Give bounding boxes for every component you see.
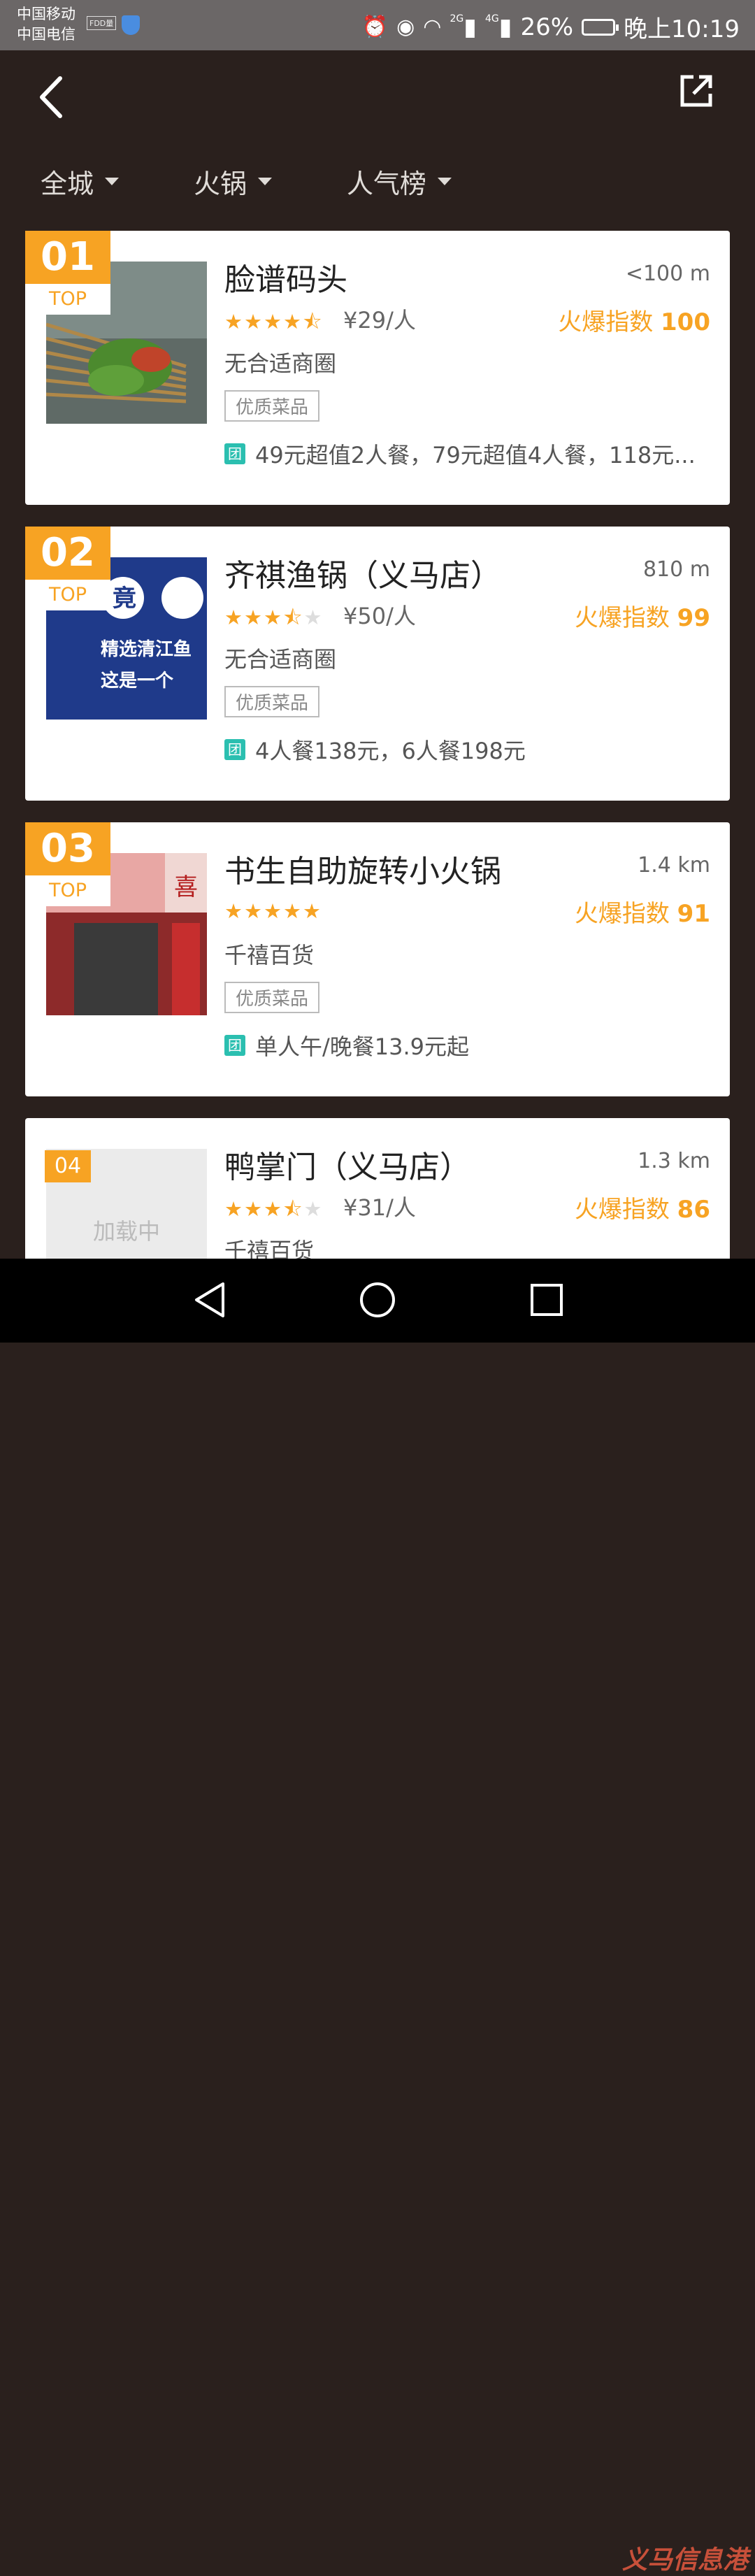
hot-index: 火爆指数 99 [574,604,710,632]
sign-text-3: 这是一个 [101,670,174,692]
deal-text: 4人餐138元，6人餐198元 [255,738,526,764]
eye-icon: ◉ [396,15,415,39]
restaurant-card[interactable]: 01 TOP 脸谱码头 <100 m ★★★★⯪ ¥29/人 火爆指数 100 … [25,231,730,505]
nav-recents-icon[interactable] [529,1281,564,1319]
battery-icon [582,18,619,36]
filter-area[interactable]: 全城 [41,162,120,201]
filter-category[interactable]: 火锅 [194,162,273,201]
deal-text: 单人午/晚餐13.9元起 [255,1033,470,1060]
carrier-info: 中国移动 中国电信 [17,4,76,45]
distance: <100 m [625,262,710,286]
restaurant-name: 鸭掌门（义马店） [224,1150,470,1185]
rank-badge: 01 TOP [25,231,110,315]
carrier-1: 中国移动 [17,6,76,22]
quality-tag: 优质菜品 [224,390,320,422]
watermark-logo: 义马信息港 [621,2546,748,2575]
sign-text-2: 精选清江鱼 [101,639,192,660]
restaurant-card[interactable]: 加载中 04 鸭掌门（义马店） 1.3 km ★★★⯪★ ¥31/人 火爆指数 … [25,1118,730,1272]
filter-area-label: 全城 [41,169,94,199]
restaurant-card[interactable]: 竟 精选清江鱼 这是一个 02 TOP 齐祺渔锅（义马店） 810 m ★★★⯪… [25,527,730,801]
rank-tag: TOP [25,580,110,610]
restaurant-name: 脸谱码头 [224,262,347,298]
system-nav-bar: 义马信息港 [0,1259,755,2575]
business-area: 无合适商圈 [224,646,337,673]
restaurant-name: 齐祺渔锅（义马店） [224,558,501,594]
group-deal: 团 49元超值2人餐，79元超值4人餐，118元... [224,438,696,470]
price: ¥50/人 [343,603,416,629]
hot-index: 火爆指数 100 [558,308,710,336]
star-rating: ★★★★⯪ [224,310,324,334]
top-bar: 全城 火锅 人气榜 [0,50,755,199]
clock: 晚上10:19 [624,15,740,43]
sign-text-1: 喜 [174,873,198,901]
caret-down-icon [105,178,120,185]
filter-sort[interactable]: 人气榜 [347,162,452,201]
signal-2g: 2G▮ [450,13,477,41]
quality-tag: 优质菜品 [224,686,320,717]
distance: 1.4 km [638,853,710,878]
rank-number: 02 [25,527,110,580]
distance: 810 m [642,557,710,582]
rank-number: 04 [45,1150,91,1182]
rank-tag: TOP [25,875,110,906]
star-rating: ★★★⯪★ [224,1197,324,1221]
signal-4g: 4G▮ [484,13,512,41]
star-rating: ★★★★★ [224,899,322,923]
filter-category-label: 火锅 [194,169,247,199]
price: ¥31/人 [343,1194,416,1221]
sign-text-1: 竟 [113,585,136,613]
distance: 1.3 km [638,1149,710,1173]
status-bar: 中国移动 中国电信 FDD量 ⏰ ◉ ◠ 2G▮ 4G▮ 26% 晚上10:19 [0,0,755,50]
battery-percent: 26% [520,13,574,41]
deal-text: 49元超值2人餐，79元超值4人餐，118元... [255,442,696,468]
back-icon[interactable] [34,73,69,122]
rank-number: 03 [25,822,110,875]
hot-index: 火爆指数 91 [574,900,710,928]
rank-tag: TOP [25,284,110,315]
rank-badge: 02 TOP [25,527,110,610]
filter-sort-label: 人气榜 [347,169,427,199]
carrier-badge: FDD量 [87,16,117,30]
restaurant-card[interactable]: 喜 03 TOP 书生自助旋转小火锅 1.4 km ★★★★★ 火爆指数 91 … [25,822,730,1096]
alarm-icon: ⏰ [361,15,389,39]
price: ¥29/人 [343,307,416,334]
hot-index: 火爆指数 86 [574,1196,710,1224]
carrier-2: 中国电信 [17,26,76,43]
business-area: 千禧百货 [224,942,315,968]
group-deal: 团 4人餐138元，6人餐198元 [224,734,526,766]
group-deal-icon: 团 [224,739,245,760]
group-deal: 团 单人午/晚餐13.9元起 [224,1029,469,1061]
quality-tag: 优质菜品 [224,982,320,1013]
status-icons: ⏰ ◉ ◠ 2G▮ 4G▮ 26% 晚上10:19 [362,10,740,44]
wifi-icon: ◠ [423,15,442,39]
group-deal-icon: 团 [224,443,245,464]
restaurant-name: 书生自助旋转小火锅 [224,854,501,889]
rank-number: 01 [25,231,110,284]
nav-home-icon[interactable] [359,1281,396,1319]
share-icon[interactable] [678,73,714,109]
caret-down-icon [258,178,273,185]
caret-down-icon [438,178,452,185]
nav-back-icon[interactable] [192,1281,227,1319]
shield-icon [122,15,140,35]
star-rating: ★★★⯪★ [224,606,324,629]
business-area: 无合适商圈 [224,350,337,377]
rank-badge: 03 TOP [25,822,110,906]
group-deal-icon: 团 [224,1035,245,1056]
